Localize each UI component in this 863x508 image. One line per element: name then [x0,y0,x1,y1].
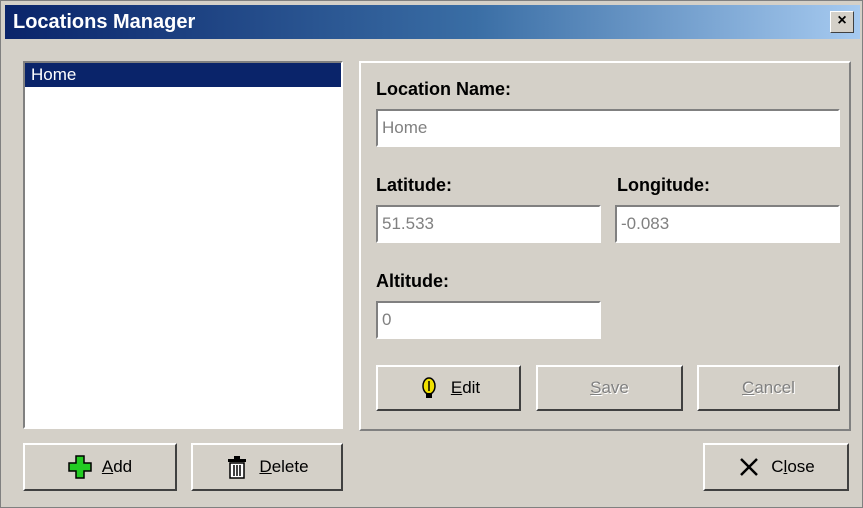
edit-label: dit [462,378,481,397]
location-name-label: Location Name: [376,79,512,99]
list-item[interactable]: Home [25,63,341,87]
window-close-button[interactable]: × [830,11,854,33]
window-title: Locations Manager [13,11,196,33]
longitude-label: Longitude: [617,175,710,195]
plus-icon [68,455,92,479]
close-x-icon [740,458,759,476]
edit-button[interactable]: Edit [376,365,521,411]
location-details-panel: Location Name: Home Latitude: 51.533 Lon… [359,61,851,431]
add-button[interactable]: Add [23,443,177,491]
latitude-label: Latitude: [376,175,452,195]
title-bar[interactable]: Locations Manager × [5,5,860,39]
locations-manager-window: Locations Manager × Home Location Name: … [0,0,863,508]
edit-pencil-icon [422,377,436,398]
cancel-button[interactable]: Cancel [697,365,840,411]
add-label: dd [113,457,133,476]
location-name-field[interactable]: Home [376,109,840,147]
cancel-label: ancel [754,378,795,397]
altitude-label: Altitude: [376,271,449,291]
trash-icon [228,456,247,479]
delete-label: elete [271,457,309,476]
save-button[interactable]: Save [536,365,683,411]
cancel-mnemonic: C [742,378,755,397]
close-label: ose [787,457,815,476]
add-mnemonic: A [101,457,114,476]
locations-list[interactable]: Home [23,61,343,429]
altitude-field[interactable]: 0 [376,301,601,339]
save-mnemonic: S [590,378,602,397]
save-label: ave [601,378,629,397]
close-button[interactable]: Close [703,443,849,491]
latitude-field[interactable]: 51.533 [376,205,601,243]
delete-button[interactable]: Delete [191,443,343,491]
close-prefix: C [771,457,784,476]
edit-mnemonic: E [450,378,463,397]
delete-mnemonic: D [259,457,272,476]
longitude-field[interactable]: -0.083 [615,205,840,243]
